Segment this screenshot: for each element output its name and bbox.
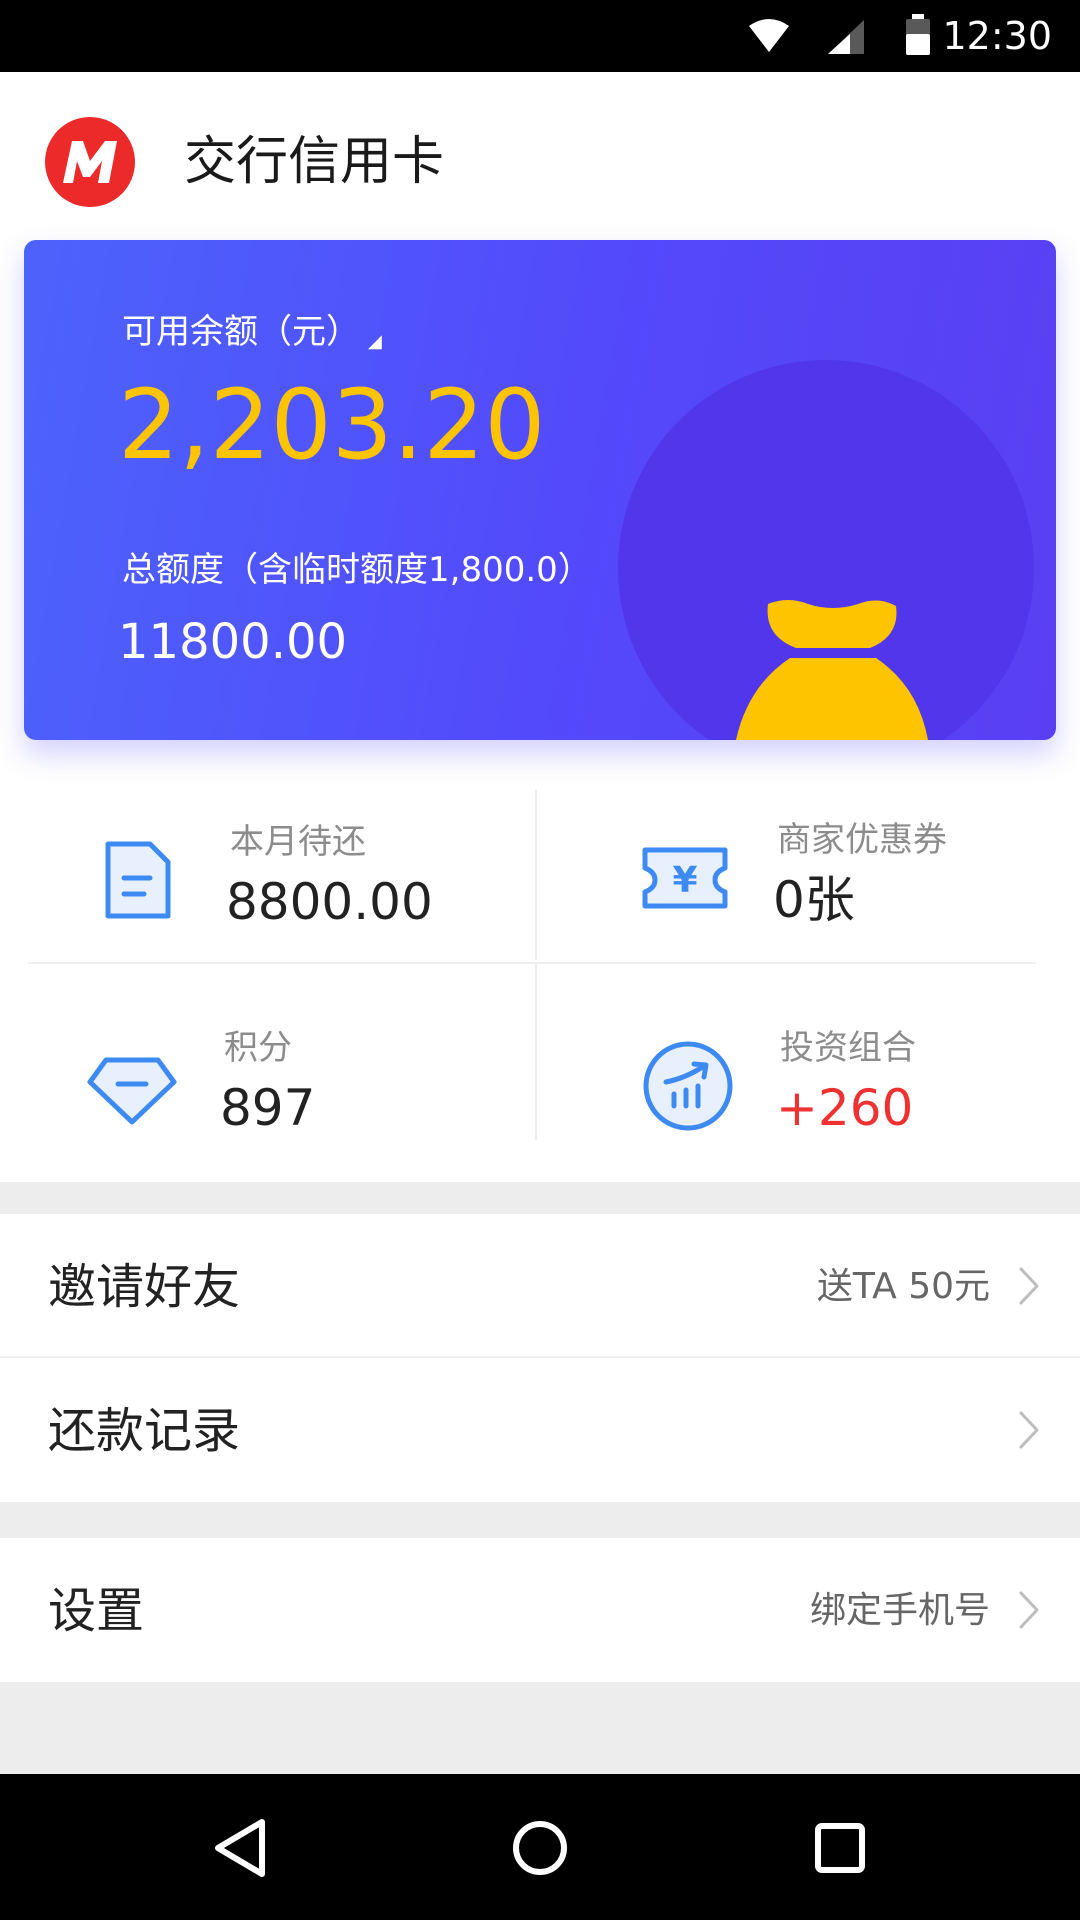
menu-item-label: 邀请好友 [48, 1259, 241, 1315]
wifi-icon [749, 19, 789, 52]
stat-value: +260 [776, 1079, 914, 1137]
stat-value: 8800.00 [226, 873, 433, 931]
available-balance-amount: 2,203.20 [118, 369, 546, 481]
recents-icon[interactable] [804, 1812, 876, 1884]
balance-card[interactable]: 可用余额（元） ◢ 2,203.20 总额度（含临时额度1,800.0） 1180… [24, 240, 1056, 740]
battery-icon [906, 14, 930, 55]
chevron-right-icon [1019, 1267, 1039, 1305]
menu-item-label: 还款记录 [48, 1403, 241, 1459]
menu-item-label: 设置 [48, 1583, 145, 1639]
available-balance-label[interactable]: 可用余额（元） ◢ [122, 310, 382, 364]
bank-logo-icon[interactable] [45, 117, 135, 207]
menu-item-repayment-history[interactable]: 还款记录 [0, 1358, 1080, 1502]
stat-label: 商家优惠券 [777, 820, 947, 860]
app-title: 交行信用卡 [184, 132, 445, 192]
system-nav-bar [0, 1774, 1080, 1920]
menu-item-invite-friends[interactable]: 邀请好友 送TA 50元 [0, 1214, 1080, 1358]
diamond-icon [87, 1057, 177, 1125]
divider [535, 790, 537, 960]
menu-item-settings[interactable]: 设置 绑定手机号 [0, 1538, 1080, 1682]
home-icon[interactable] [504, 1812, 576, 1884]
status-bar: 12:30 [0, 0, 1080, 72]
bill-icon [105, 841, 171, 919]
menu-item-hint: 绑定手机号 [809, 1590, 990, 1631]
stat-points[interactable]: 积分 897 [24, 1008, 524, 1168]
menu-group-settings: 设置 绑定手机号 [0, 1538, 1080, 1682]
signal-icon [828, 20, 864, 54]
chevron-right-icon [1019, 1591, 1039, 1629]
clock: 12:30 [942, 14, 1052, 58]
stat-label: 投资组合 [780, 1028, 916, 1068]
stat-value: 0张 [773, 871, 855, 929]
coupon-icon: ¥ [642, 847, 728, 909]
divider [28, 962, 1036, 964]
stat-label: 积分 [224, 1028, 292, 1068]
svg-text:¥: ¥ [672, 860, 697, 901]
investment-chart-icon [643, 1041, 733, 1131]
toggle-visibility-icon[interactable]: ◢ [368, 331, 382, 352]
stat-investment[interactable]: 投资组合 +260 [580, 1008, 1080, 1168]
app-header: 交行信用卡 [0, 72, 1080, 242]
back-icon[interactable] [204, 1812, 276, 1884]
chevron-right-icon [1019, 1411, 1039, 1449]
total-limit-amount: 11800.00 [118, 614, 348, 670]
total-limit-label: 总额度（含临时额度1,800.0） [122, 550, 592, 590]
available-balance-text: 可用余额（元） [122, 312, 360, 352]
stat-monthly-due[interactable]: 本月待还 8800.00 [30, 802, 530, 962]
stat-value: 897 [220, 1079, 316, 1137]
menu-item-hint: 送TA 50元 [816, 1266, 990, 1307]
money-bag-icon [736, 600, 928, 740]
stat-coupons[interactable]: ¥ 商家优惠券 0张 [577, 800, 1077, 960]
divider [535, 964, 537, 1140]
menu-group-primary: 邀请好友 送TA 50元 还款记录 [0, 1214, 1080, 1502]
stats-grid: 本月待还 8800.00 ¥ 商家优惠券 0张 积分 897 投资组合 +260 [0, 790, 1080, 1180]
stat-label: 本月待还 [230, 822, 366, 862]
